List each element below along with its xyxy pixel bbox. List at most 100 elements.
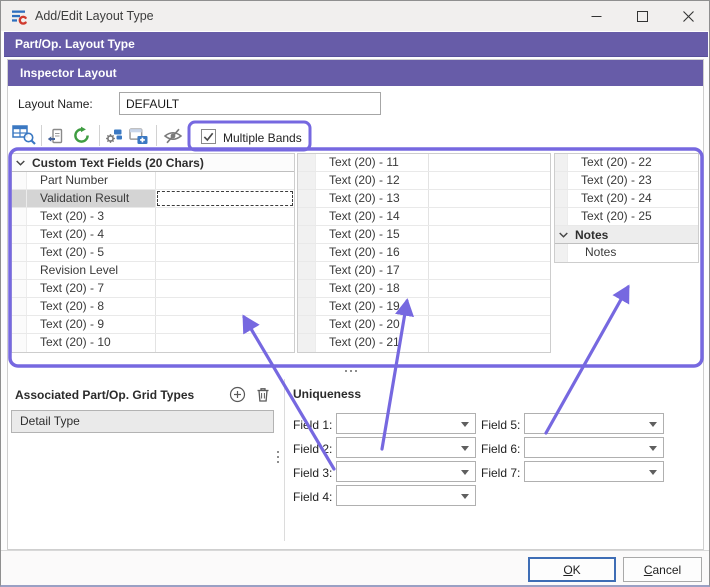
field-6-dropdown[interactable] <box>524 437 664 458</box>
dropdown-caret-icon <box>461 494 469 499</box>
group-header-label: Custom Text Fields (20 Chars) <box>32 156 204 170</box>
add-panel-button[interactable] <box>128 127 149 145</box>
field-1-label: Field 1: <box>293 418 332 432</box>
check-icon <box>202 130 215 143</box>
grid-row[interactable]: Text (20) - 10 <box>12 334 294 352</box>
row-value-cell[interactable] <box>155 298 294 315</box>
row-value-cell[interactable] <box>155 208 294 225</box>
grid-row[interactable]: Part Number <box>12 172 294 190</box>
row-value-cell[interactable] <box>428 316 550 333</box>
multiple-bands-checkbox[interactable] <box>201 129 216 144</box>
grid-row[interactable]: Text (20) - 14 <box>298 208 550 226</box>
ok-button[interactable]: OK <box>528 557 616 582</box>
row-value-cell[interactable] <box>155 262 294 279</box>
field-7-dropdown[interactable] <box>524 461 664 482</box>
grid-row[interactable]: Text (20) - 23 <box>555 172 698 190</box>
grid-row[interactable]: Text (20) - 21 <box>298 334 550 352</box>
trash-icon <box>255 386 271 403</box>
grid-row[interactable]: Text (20) - 13 <box>298 190 550 208</box>
row-value-cell[interactable] <box>155 316 294 333</box>
add-grid-type-button[interactable] <box>229 386 246 406</box>
row-value-cell[interactable] <box>155 334 294 352</box>
row-label: Text (20) - 19 <box>316 298 428 315</box>
grid-row[interactable]: Text (20) - 7 <box>12 280 294 298</box>
chevron-down-icon <box>559 232 568 238</box>
maximize-button[interactable] <box>619 1 665 31</box>
close-button[interactable] <box>665 1 710 31</box>
field-4-label: Field 4: <box>293 490 332 504</box>
grid-row[interactable]: Text (20) - 24 <box>555 190 698 208</box>
row-value-cell[interactable] <box>428 298 550 315</box>
reset-layout-button[interactable] <box>72 126 91 145</box>
row-label: Text (20) - 20 <box>316 316 428 333</box>
field-5-dropdown[interactable] <box>524 413 664 434</box>
group-row-custom-text-fields[interactable]: Custom Text Fields (20 Chars) <box>12 154 294 172</box>
row-label: Text (20) - 23 <box>568 172 698 189</box>
field-2-dropdown[interactable] <box>336 437 476 458</box>
layout-name-input[interactable] <box>119 92 381 115</box>
export-layout-button[interactable] <box>47 127 65 145</box>
row-label: Text (20) - 8 <box>27 298 155 315</box>
toolbar-separator <box>99 125 100 146</box>
grid-row[interactable]: Text (20) - 5 <box>12 244 294 262</box>
vertical-splitter-grip[interactable] <box>277 451 279 463</box>
field-4-dropdown[interactable] <box>336 485 476 506</box>
grid-row[interactable]: Text (20) - 4 <box>12 226 294 244</box>
layout-settings-button[interactable] <box>105 127 124 145</box>
row-value-cell[interactable] <box>428 226 550 243</box>
row-label: Text (20) - 11 <box>316 154 428 171</box>
grid-row[interactable]: Text (20) - 20 <box>298 316 550 334</box>
close-icon <box>683 11 694 22</box>
grid-row-selected[interactable]: Validation Result <box>12 190 294 208</box>
grid-row[interactable]: Revision Level <box>12 262 294 280</box>
grid-row[interactable]: Text (20) - 11 <box>298 154 550 172</box>
associated-grid-types-title: Associated Part/Op. Grid Types <box>15 388 194 402</box>
cancel-button[interactable]: Cancel <box>623 557 702 582</box>
row-value-cell[interactable] <box>428 244 550 261</box>
inspector-layout-header: Inspector Layout <box>8 60 703 86</box>
row-value-cell[interactable] <box>428 190 550 207</box>
grid-row[interactable]: Text (20) - 18 <box>298 280 550 298</box>
grid-row[interactable]: Text (20) - 3 <box>12 208 294 226</box>
grid-type-list-item[interactable]: Detail Type <box>11 410 274 433</box>
grid-row[interactable]: Text (20) - 19 <box>298 298 550 316</box>
delete-grid-type-button[interactable] <box>255 386 271 406</box>
row-value-cell[interactable] <box>155 226 294 243</box>
row-value-cell[interactable] <box>428 154 550 171</box>
grid-row[interactable]: Text (20) - 8 <box>12 298 294 316</box>
row-label: Text (20) - 24 <box>568 190 698 207</box>
group-row-notes[interactable]: Notes <box>555 226 698 244</box>
cancel-button-label: Cancel <box>644 563 681 577</box>
horizontal-splitter-grip[interactable] <box>345 370 357 372</box>
row-value-cell[interactable] <box>428 280 550 297</box>
field-1-dropdown[interactable] <box>336 413 476 434</box>
row-value-cell[interactable] <box>428 334 550 352</box>
grid-row[interactable]: Text (20) - 12 <box>298 172 550 190</box>
grid-row[interactable]: Text (20) - 16 <box>298 244 550 262</box>
row-value-cell[interactable] <box>428 208 550 225</box>
partop-layout-type-header: Part/Op. Layout Type <box>4 32 708 57</box>
hidden-items-button[interactable] <box>163 128 183 144</box>
dropdown-caret-icon <box>461 422 469 427</box>
row-value-cell[interactable] <box>428 262 550 279</box>
multiple-bands-label: Multiple Bands <box>223 131 302 145</box>
grid-row[interactable]: Text (20) - 15 <box>298 226 550 244</box>
minimize-icon <box>591 11 602 22</box>
row-value-cell[interactable] <box>155 244 294 261</box>
row-value-cell[interactable] <box>155 280 294 297</box>
chevron-down-icon <box>16 160 25 166</box>
grid-row[interactable]: Notes <box>555 244 698 262</box>
row-value-cell[interactable] <box>155 172 294 189</box>
minimize-button[interactable] <box>573 1 619 31</box>
row-value-cell[interactable] <box>428 172 550 189</box>
grid-row[interactable]: Text (20) - 17 <box>298 262 550 280</box>
customize-layout-button[interactable] <box>12 124 36 145</box>
grid-row[interactable]: Text (20) - 22 <box>555 154 698 172</box>
grid-row[interactable]: Text (20) - 9 <box>12 316 294 334</box>
row-label: Text (20) - 5 <box>27 244 155 261</box>
maximize-icon <box>637 11 648 22</box>
dropdown-caret-icon <box>649 470 657 475</box>
field-3-dropdown[interactable] <box>336 461 476 482</box>
grid-row[interactable]: Text (20) - 25 <box>555 208 698 226</box>
row-value-cell[interactable] <box>155 190 294 207</box>
